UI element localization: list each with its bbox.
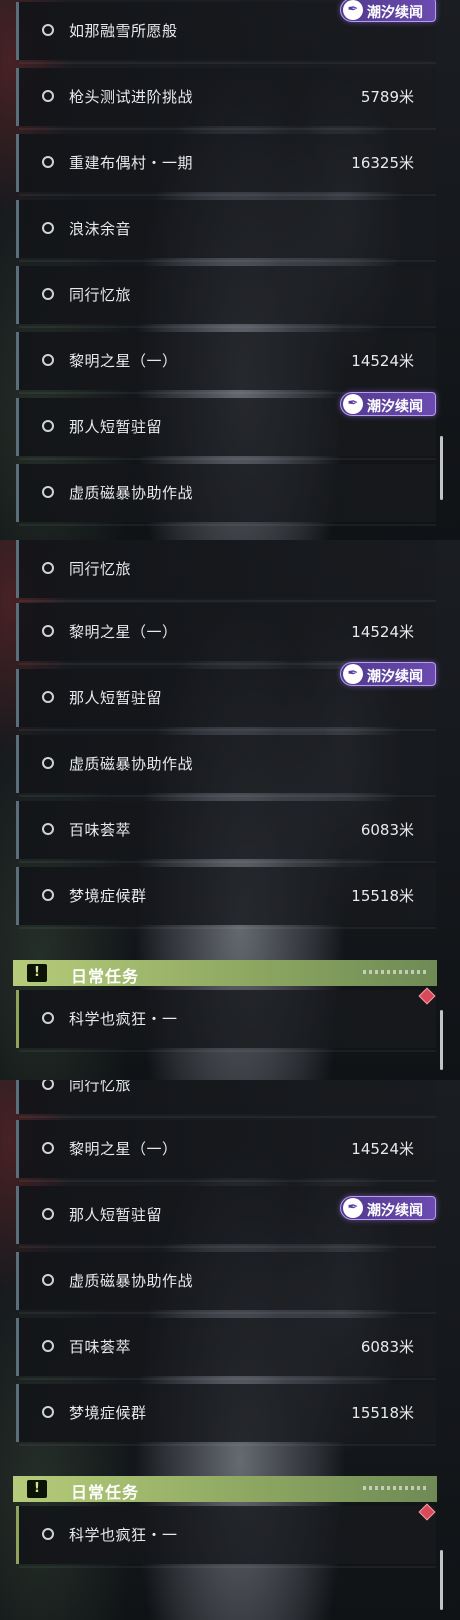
quest-row[interactable]: 重建布偶村・一期 16325米	[16, 134, 436, 196]
quest-row[interactable]: 科学也疯狂・一	[16, 990, 436, 1052]
status-circle-icon	[42, 354, 54, 366]
quest-name: 黎明之星（一）	[69, 352, 178, 370]
status-circle-icon	[42, 1274, 54, 1286]
status-circle-icon	[42, 288, 54, 300]
status-circle-icon	[42, 420, 54, 432]
quest-distance: 14524米	[351, 623, 414, 641]
status-circle-icon	[42, 486, 54, 498]
quest-row[interactable]: 黎明之星（一） 14524米	[16, 603, 436, 665]
status-circle-icon	[42, 156, 54, 168]
quest-name: 同行忆旅	[69, 560, 132, 578]
status-circle-icon	[42, 90, 54, 102]
quest-row[interactable]: 虚质磁暴协助作战	[16, 464, 436, 526]
status-circle-icon	[42, 889, 54, 901]
tide-echo-badge: ✒ 潮汐续闻	[340, 392, 436, 416]
section-title: 日常任务	[71, 967, 140, 986]
status-circle-icon	[42, 1080, 54, 1090]
quest-distance: 16325米	[351, 154, 414, 172]
feather-icon: ✒	[343, 394, 363, 414]
quest-name: 那人短暂驻留	[69, 418, 163, 436]
status-circle-icon	[42, 823, 54, 835]
feather-icon: ✒	[343, 0, 363, 20]
quest-name: 科学也疯狂・一	[69, 1010, 178, 1028]
quest-row[interactable]: 虚质磁暴协助作战	[16, 1252, 436, 1314]
decorative-stripes	[363, 1486, 427, 1490]
status-circle-icon	[42, 1012, 54, 1024]
quest-distance: 14524米	[351, 352, 414, 370]
quest-distance: 5789米	[360, 88, 414, 106]
quest-list-panel-2: 同行忆旅 黎明之星（一） 14524米 那人短暂驻留 虚质磁暴协助作战 百味荟萃…	[0, 540, 460, 1080]
tide-echo-badge: ✒ 潮汐续闻	[340, 662, 436, 686]
exclamation-icon: !	[27, 1480, 47, 1498]
quest-name: 黎明之星（一）	[69, 1140, 178, 1158]
status-circle-icon	[42, 691, 54, 703]
quest-row[interactable]: 梦境症候群 15518米	[16, 867, 436, 929]
quest-distance: 14524米	[351, 1140, 414, 1158]
quest-name: 那人短暂驻留	[69, 689, 163, 707]
status-circle-icon	[42, 1528, 54, 1540]
status-circle-icon	[42, 24, 54, 36]
quest-name: 同行忆旅	[69, 1080, 132, 1094]
decorative-stripes	[363, 970, 427, 974]
quest-row[interactable]: 同行忆旅	[16, 540, 436, 602]
quest-row[interactable]: 虚质磁暴协助作战	[16, 735, 436, 797]
quest-name: 虚质磁暴协助作战	[69, 1272, 194, 1290]
quest-name: 枪头测试进阶挑战	[69, 88, 194, 106]
quest-name: 同行忆旅	[69, 286, 132, 304]
feather-icon: ✒	[343, 1198, 363, 1218]
feather-icon: ✒	[343, 664, 363, 684]
quest-distance: 6083米	[360, 821, 414, 839]
quest-row[interactable]: 科学也疯狂・一	[16, 1506, 436, 1568]
quest-name: 虚质磁暴协助作战	[69, 484, 194, 502]
quest-row[interactable]: 黎明之星（一） 14524米	[16, 332, 436, 394]
quest-name: 如那融雪所愿般	[69, 22, 178, 40]
daily-tasks-header[interactable]: ! 日常任务	[13, 960, 437, 986]
quest-name: 重建布偶村・一期	[69, 154, 194, 172]
status-circle-icon	[42, 1340, 54, 1352]
quest-row[interactable]: 浪沫余音	[16, 200, 436, 262]
quest-name: 百味荟萃	[69, 1338, 132, 1356]
status-circle-icon	[42, 625, 54, 637]
quest-name: 黎明之星（一）	[69, 623, 178, 641]
quest-row[interactable]: 百味荟萃 6083米	[16, 1318, 436, 1380]
quest-name: 梦境症候群	[69, 1404, 147, 1422]
quest-row[interactable]: 梦境症候群 15518米	[16, 1384, 436, 1446]
quest-name: 梦境症候群	[69, 887, 147, 905]
scrollbar-thumb[interactable]	[440, 436, 443, 500]
quest-distance: 6083米	[360, 1338, 414, 1356]
status-circle-icon	[42, 1142, 54, 1154]
status-circle-icon	[42, 222, 54, 234]
quest-name: 虚质磁暴协助作战	[69, 755, 194, 773]
quest-list-panel-1: 如那融雪所愿般 枪头测试进阶挑战 5789米 重建布偶村・一期 16325米 浪…	[0, 0, 460, 540]
quest-name: 百味荟萃	[69, 821, 132, 839]
scrollbar-thumb[interactable]	[440, 1010, 443, 1070]
exclamation-icon: !	[27, 964, 47, 982]
quest-row[interactable]: 同行忆旅	[16, 1080, 436, 1118]
quest-row[interactable]: 同行忆旅	[16, 266, 436, 328]
quest-name: 那人短暂驻留	[69, 1206, 163, 1224]
quest-row[interactable]: 黎明之星（一） 14524米	[16, 1120, 436, 1182]
tide-echo-badge: ✒ 潮汐续闻	[340, 1196, 436, 1220]
status-circle-icon	[42, 1208, 54, 1220]
daily-tasks-header[interactable]: ! 日常任务	[13, 1476, 437, 1502]
status-circle-icon	[42, 1406, 54, 1418]
quest-list-panel-3: 同行忆旅 黎明之星（一） 14524米 那人短暂驻留 虚质磁暴协助作战 百味荟萃…	[0, 1080, 460, 1620]
scrollbar-thumb[interactable]	[440, 1550, 443, 1610]
status-circle-icon	[42, 562, 54, 574]
tide-echo-badge: ✒ 潮汐续闻	[340, 0, 436, 22]
quest-name: 科学也疯狂・一	[69, 1526, 178, 1544]
section-title: 日常任务	[71, 1483, 140, 1502]
quest-row[interactable]: 百味荟萃 6083米	[16, 801, 436, 863]
quest-row[interactable]: 枪头测试进阶挑战 5789米	[16, 68, 436, 130]
quest-name: 浪沫余音	[69, 220, 132, 238]
quest-distance: 15518米	[351, 887, 414, 905]
quest-distance: 15518米	[351, 1404, 414, 1422]
status-circle-icon	[42, 757, 54, 769]
